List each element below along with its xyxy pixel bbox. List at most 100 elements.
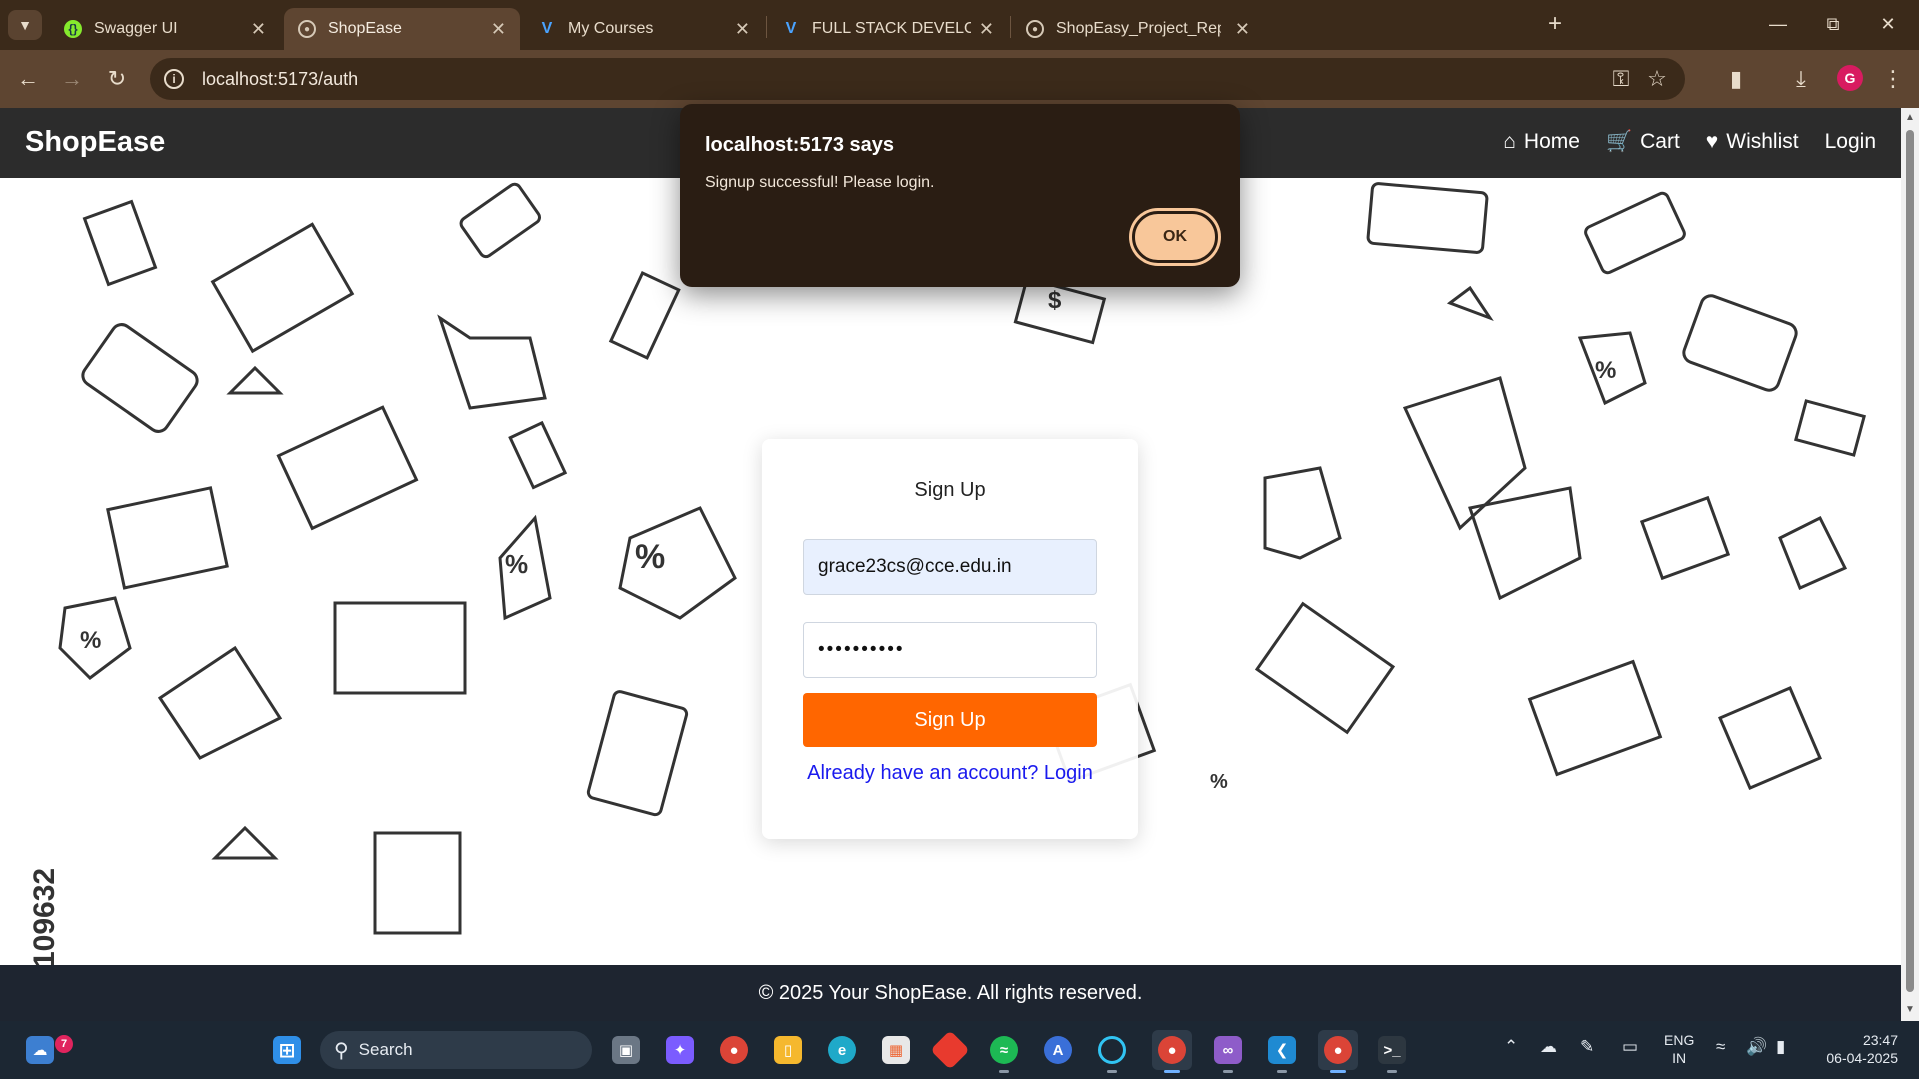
- close-icon[interactable]: ✕: [979, 19, 994, 40]
- page-scrollbar[interactable]: ▲ ▼: [1901, 108, 1919, 1021]
- tab-project-report[interactable]: ● ShopEasy_Project_Report_GRAC ✕: [1012, 8, 1524, 50]
- chevron-up-icon[interactable]: ⌃: [1504, 1037, 1518, 1057]
- address-bar[interactable]: i localhost:5173/auth ⚿ ☆: [150, 58, 1685, 100]
- chevron-down-icon: ▼: [18, 17, 32, 33]
- restore-icon: ⧉: [1826, 13, 1840, 34]
- tab-separator: [1010, 16, 1011, 38]
- running-indicator: [1387, 1070, 1397, 1073]
- display-icon[interactable]: ▭: [1622, 1037, 1638, 1057]
- close-icon[interactable]: ✕: [1235, 19, 1250, 40]
- close-icon[interactable]: ✕: [735, 19, 750, 40]
- pen-icon[interactable]: ✎: [1580, 1037, 1594, 1057]
- login-switch-link[interactable]: Already have an account? Login: [762, 762, 1138, 785]
- new-tab-button[interactable]: +: [1541, 10, 1569, 38]
- browser-menu-button[interactable]: ⋮: [1876, 62, 1910, 96]
- file-explorer-app[interactable]: ▯: [768, 1030, 808, 1070]
- forward-button[interactable]: →: [55, 62, 89, 96]
- restore-button[interactable]: ⧉: [1806, 6, 1860, 42]
- nav-home[interactable]: ⌂ Home: [1503, 130, 1580, 154]
- close-window-button[interactable]: ✕: [1861, 6, 1915, 42]
- spotify-app[interactable]: ≈: [984, 1030, 1024, 1073]
- tab-search-button[interactable]: ▼: [8, 10, 42, 40]
- windows-logo-icon: ⊞: [273, 1036, 301, 1064]
- store-app[interactable]: ▦: [876, 1030, 916, 1070]
- site-brand[interactable]: ShopEase: [25, 126, 165, 159]
- weather-icon: ☁: [26, 1036, 54, 1064]
- box-icon: [1639, 495, 1731, 581]
- scrollbar-thumb[interactable]: [1906, 130, 1914, 992]
- minimize-icon: —: [1769, 13, 1787, 34]
- minimize-button[interactable]: —: [1751, 6, 1805, 42]
- password-key-icon[interactable]: ⚿: [1603, 66, 1639, 92]
- tab-shopease[interactable]: ● ShopEase ✕: [284, 8, 520, 50]
- signup-button[interactable]: Sign Up: [803, 693, 1097, 747]
- tab-my-courses[interactable]: V My Courses ✕: [524, 8, 764, 50]
- edge-icon: e: [828, 1036, 856, 1064]
- tab-full-stack-development[interactable]: V FULL STACK DEVELOPMENT - C ✕: [768, 8, 1008, 50]
- vs-code-app[interactable]: ❮: [1262, 1030, 1302, 1073]
- tab-title: My Courses: [568, 20, 654, 37]
- url-text[interactable]: localhost:5173/auth: [202, 69, 1603, 90]
- nav-label: Wishlist: [1726, 130, 1799, 153]
- downloads-button[interactable]: ⤓: [1784, 62, 1818, 96]
- chrome-icon: ●: [720, 1036, 748, 1064]
- language-indicator[interactable]: ENG IN: [1664, 1031, 1694, 1067]
- copilot-app[interactable]: ✦: [660, 1030, 700, 1070]
- alexa-icon: [1098, 1036, 1126, 1064]
- task-view-button[interactable]: ▣: [606, 1030, 646, 1070]
- site-footer: © 2025 Your ShopEase. All rights reserve…: [0, 965, 1901, 1021]
- nav-login[interactable]: Login: [1825, 130, 1876, 154]
- terminal-app[interactable]: >_: [1372, 1030, 1412, 1073]
- system-clock[interactable]: 23:47 06-04-2025: [1812, 1031, 1898, 1067]
- visual-studio-app[interactable]: ∞: [1208, 1030, 1248, 1073]
- bag-icon: [1468, 486, 1582, 601]
- battery-icon[interactable]: ▮: [1776, 1037, 1785, 1057]
- money-icon: [508, 420, 568, 490]
- percent-icon: %: [1210, 771, 1228, 793]
- box-icon: [106, 486, 229, 590]
- hanger-icon: [211, 825, 279, 860]
- tab-title: ShopEasy_Project_Report_GRAC: [1056, 20, 1221, 37]
- password-field[interactable]: [803, 622, 1097, 678]
- volume-icon[interactable]: 🔊: [1746, 1037, 1767, 1057]
- profile-avatar[interactable]: G: [1837, 65, 1863, 91]
- scroll-down-icon[interactable]: ▼: [1904, 1004, 1916, 1016]
- running-indicator: [999, 1070, 1009, 1073]
- terminal-icon: >_: [1378, 1036, 1406, 1064]
- weather-widget[interactable]: ☁ 7: [20, 1030, 73, 1070]
- chrome-window[interactable]: ●: [1152, 1030, 1192, 1073]
- site-info-icon[interactable]: i: [164, 69, 184, 89]
- chrome-profile-icon: ●: [1324, 1036, 1352, 1064]
- email-field[interactable]: [803, 539, 1097, 595]
- back-button[interactable]: ←: [11, 62, 45, 96]
- chrome-profile-window[interactable]: ●: [1318, 1030, 1358, 1073]
- launcher-app[interactable]: A: [1038, 1030, 1078, 1070]
- wifi-icon[interactable]: ≈: [1716, 1037, 1725, 1057]
- git-app[interactable]: [930, 1030, 970, 1070]
- taskbar-search[interactable]: ⚲ Search: [320, 1031, 592, 1069]
- tab-title: FULL STACK DEVELOPMENT - C: [812, 20, 971, 37]
- nav-label: Home: [1523, 130, 1580, 153]
- clock-time: 23:47: [1862, 1032, 1898, 1048]
- nav-wishlist[interactable]: ♥ Wishlist: [1706, 130, 1799, 154]
- visual-studio-icon: ∞: [1214, 1036, 1242, 1064]
- chrome-app[interactable]: ●: [714, 1030, 754, 1070]
- heart-icon: ♥: [1705, 130, 1719, 153]
- ok-button[interactable]: OK: [1132, 211, 1218, 263]
- close-icon[interactable]: ✕: [491, 19, 506, 40]
- search-icon: ⚲: [334, 1039, 349, 1062]
- bookmark-star-icon[interactable]: ☆: [1639, 66, 1675, 92]
- card-icon: [586, 690, 689, 817]
- alexa-app[interactable]: [1092, 1030, 1132, 1073]
- scroll-up-icon[interactable]: ▲: [1904, 112, 1916, 124]
- edge-app[interactable]: e: [822, 1030, 862, 1070]
- box-icon: [1794, 399, 1866, 457]
- extensions-button[interactable]: ▮: [1719, 62, 1753, 96]
- reload-button[interactable]: ↻: [100, 62, 134, 96]
- onedrive-icon[interactable]: ☁: [1540, 1037, 1557, 1057]
- ticket-icon: [82, 199, 158, 287]
- close-icon[interactable]: ✕: [251, 19, 266, 40]
- nav-cart[interactable]: 🛒 Cart: [1606, 130, 1680, 154]
- tab-swagger-ui[interactable]: {} Swagger UI ✕: [50, 8, 280, 50]
- start-button[interactable]: ⊞: [267, 1030, 307, 1070]
